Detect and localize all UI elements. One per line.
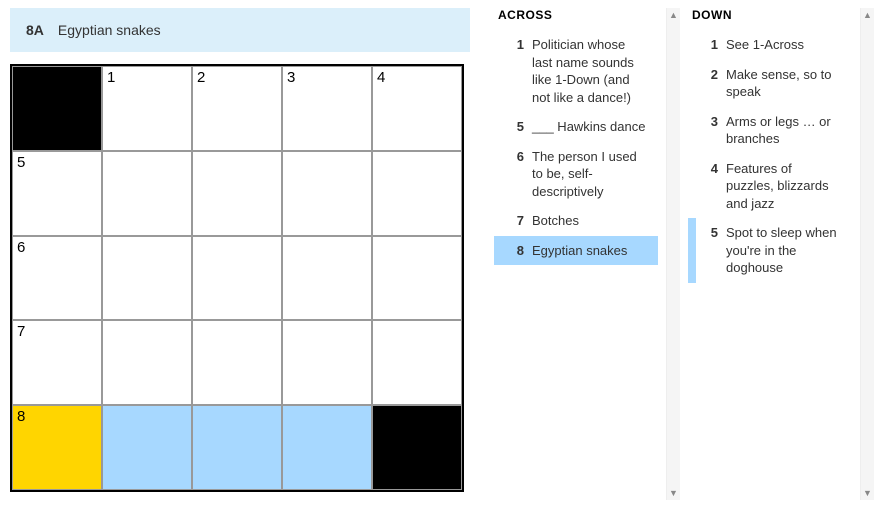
grid-cell[interactable]: 2 xyxy=(192,66,282,151)
grid-cell-black xyxy=(12,66,102,151)
grid-cell[interactable] xyxy=(372,236,462,321)
puzzle-panel: 8A Egyptian snakes 1 2 3 4 5 6 7 8 xyxy=(10,8,470,500)
scroll-up-icon[interactable]: ▲ xyxy=(861,8,874,22)
clue-number: 1 xyxy=(502,36,524,106)
grid-cell[interactable] xyxy=(102,320,192,405)
clue-item[interactable]: 1 See 1-Across xyxy=(688,30,852,60)
scroll-up-icon[interactable]: ▲ xyxy=(667,8,680,22)
clue-number: 5 xyxy=(696,224,718,277)
clue-item[interactable]: 2Make sense, so to speak xyxy=(688,60,852,107)
across-scrollbar[interactable]: ▲ ▼ xyxy=(666,8,680,500)
grid-row: 5 xyxy=(12,151,462,236)
down-column: DOWN 1 See 1-Across 2Make sense, so to spe… xyxy=(688,8,852,500)
grid-cell[interactable]: 8 xyxy=(12,405,102,490)
cell-number: 2 xyxy=(197,69,205,86)
scroll-down-icon[interactable]: ▼ xyxy=(667,486,680,500)
current-clue-bar: 8A Egyptian snakes xyxy=(10,8,470,52)
grid-row: 1 2 3 4 xyxy=(12,66,462,151)
cell-number: 1 xyxy=(107,69,115,86)
cell-number: 3 xyxy=(287,69,295,86)
grid-cell[interactable] xyxy=(372,320,462,405)
grid-cell[interactable] xyxy=(192,320,282,405)
clue-number: 8 xyxy=(502,242,524,260)
grid-cell[interactable]: 5 xyxy=(12,151,102,236)
grid-cell[interactable]: 4 xyxy=(372,66,462,151)
grid-cell[interactable] xyxy=(192,236,282,321)
across-clue-list[interactable]: 1Politician whose last name sounds like … xyxy=(494,30,658,500)
cell-number: 5 xyxy=(17,154,25,171)
grid-cell[interactable] xyxy=(282,320,372,405)
grid-cell[interactable] xyxy=(282,236,372,321)
grid-cell-black xyxy=(372,405,462,490)
grid-cell[interactable] xyxy=(102,405,192,490)
clue-text: Features of puzzles, blizzards and jazz xyxy=(726,160,846,213)
grid-cell[interactable] xyxy=(282,405,372,490)
clue-text: Egyptian snakes xyxy=(532,242,652,260)
clue-item[interactable]: 5Spot to sleep when you're in the doghou… xyxy=(688,218,852,283)
grid-row: 8 xyxy=(12,405,462,490)
down-scrollbar[interactable]: ▲ ▼ xyxy=(860,8,874,500)
clue-number: 3 xyxy=(696,113,718,148)
clue-item[interactable]: 8 Egyptian snakes xyxy=(494,236,658,266)
cell-number: 6 xyxy=(17,239,25,256)
clue-item[interactable]: 6The person I used to be, self-descripti… xyxy=(494,142,658,207)
current-clue-text: Egyptian snakes xyxy=(58,22,161,38)
clue-item[interactable]: 1Politician whose last name sounds like … xyxy=(494,30,658,112)
grid-cell[interactable] xyxy=(372,151,462,236)
grid-cell[interactable] xyxy=(102,236,192,321)
clue-text: Politician whose last name sounds like 1… xyxy=(532,36,652,106)
clue-text: The person I used to be, self-descriptiv… xyxy=(532,148,652,201)
scroll-down-icon[interactable]: ▼ xyxy=(861,486,874,500)
down-clue-list[interactable]: 1See 1-Across2Make sense, so to speak3Ar… xyxy=(688,30,852,500)
grid-cell[interactable]: 1 xyxy=(102,66,192,151)
grid-row: 6 xyxy=(12,236,462,321)
clue-number: 7 xyxy=(502,212,524,230)
grid-cell[interactable] xyxy=(282,151,372,236)
clue-text: ___ Hawkins dance xyxy=(532,118,652,136)
clue-number: 4 xyxy=(696,160,718,213)
across-heading: ACROSS xyxy=(494,8,658,22)
grid-cell[interactable]: 6 xyxy=(12,236,102,321)
clue-number: 2 xyxy=(696,66,718,101)
grid-row: 7 xyxy=(12,320,462,405)
clue-item[interactable]: 7 Botches xyxy=(494,206,658,236)
across-column: ACROSS 1Politician whose last name sound… xyxy=(494,8,658,500)
cell-number: 8 xyxy=(17,408,25,425)
crossword-grid[interactable]: 1 2 3 4 5 6 7 8 xyxy=(10,64,464,492)
clue-item[interactable]: 5 ___ Hawkins dance xyxy=(494,112,658,142)
grid-cell[interactable]: 7 xyxy=(12,320,102,405)
down-heading: DOWN xyxy=(688,8,852,22)
grid-cell[interactable] xyxy=(102,151,192,236)
clue-text: Arms or legs … or branches xyxy=(726,113,846,148)
current-clue-label: 8A xyxy=(26,22,44,38)
grid-cell[interactable]: 3 xyxy=(282,66,372,151)
cell-number: 7 xyxy=(17,323,25,340)
clue-text: Spot to sleep when you're in the doghous… xyxy=(726,224,846,277)
clue-number: 1 xyxy=(696,36,718,54)
clue-item[interactable]: 4Features of puzzles, blizzards and jazz xyxy=(688,154,852,219)
cell-number: 4 xyxy=(377,69,385,86)
clue-text: Botches xyxy=(532,212,652,230)
grid-cell[interactable] xyxy=(192,151,282,236)
clue-panels: ACROSS 1Politician whose last name sound… xyxy=(470,8,874,500)
clue-item[interactable]: 3Arms or legs … or branches xyxy=(688,107,852,154)
clue-number: 6 xyxy=(502,148,524,201)
grid-cell[interactable] xyxy=(192,405,282,490)
clue-text: Make sense, so to speak xyxy=(726,66,846,101)
clue-text: See 1-Across xyxy=(726,36,846,54)
clue-number: 5 xyxy=(502,118,524,136)
